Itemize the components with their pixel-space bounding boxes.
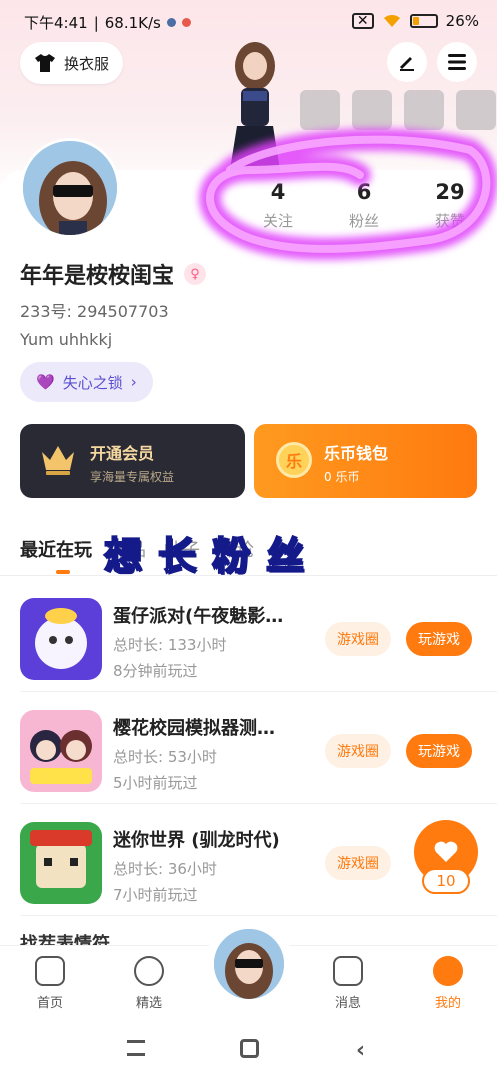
avatar-image [214,929,284,999]
app-notification-icon [181,18,191,27]
menu-button[interactable] [437,42,477,82]
game-icon-eggy-party [20,598,102,680]
profile-uid[interactable]: 233号: 294507703 [20,298,169,322]
tshirt-icon [35,54,55,72]
like-count: 10 [422,868,470,894]
heart-icon [434,841,458,862]
nav-label: 精选 [135,996,162,1011]
game-last-played: 7小时前玩过 [113,886,198,904]
edit-button[interactable] [387,42,427,82]
battery-percent: 26% [445,12,479,30]
game-circle-button[interactable]: 游戏圈 [325,622,391,656]
featured-icon [134,956,164,986]
me-icon [433,956,463,986]
network-speed: 68.1K/s [104,13,161,32]
row-divider [20,915,497,916]
crown-icon [42,446,74,475]
change-outfit-button[interactable]: 换衣服 [20,42,124,84]
play-game-button[interactable]: 玩游戏 [406,622,472,656]
nav-featured[interactable]: 精选 [119,956,179,1011]
game-title: 蛋仔派对(午夜魅影… [113,606,284,627]
home-icon[interactable] [240,1039,259,1058]
nav-center-avatar[interactable] [211,926,287,1002]
game-title: 樱花校园模拟器测… [113,718,275,739]
back-icon[interactable]: ‹ [356,1038,365,1063]
coin-icon: 乐 [276,442,312,478]
system-nav-bar: ‹ [0,1020,497,1080]
nav-label: 消息 [334,996,361,1011]
profile-name: 年年是桉桉闺宝 [20,264,175,289]
wallet-title: 乐币钱包 [324,444,389,463]
heart-icon: 💜 [36,373,55,391]
game-circle-button[interactable]: 游戏圈 [325,846,391,880]
game-duration: 总时长: 53小时 [113,748,217,766]
wifi-icon [383,14,400,27]
battery-icon [409,14,438,28]
profile-bio: Yum uhhkkj [20,330,113,349]
profile-tag-label: 失心之锁 [62,373,123,392]
play-game-button[interactable]: 玩游戏 [406,734,472,768]
game-duration: 总时长: 36小时 [113,860,217,878]
vip-title: 开通会员 [90,444,155,463]
game-circle-button[interactable]: 游戏圈 [325,734,391,768]
game-last-played: 8分钟前玩过 [113,662,198,680]
status-time: 下午4:41 [24,14,88,32]
nav-messages[interactable]: 消息 [318,956,378,1011]
tab-recent[interactable]: 最近在玩 [20,536,92,574]
profile-name-row: 年年是桉桉闺宝 ♀ [20,258,207,290]
overlay-caption: 想长粉丝 [103,533,321,579]
female-gender-icon: ♀ [184,263,207,285]
game-last-played: 5小时前玩过 [113,774,198,792]
vip-card[interactable]: 开通会员 享海量专属权益 [20,424,245,498]
recents-icon[interactable] [127,1040,145,1056]
nav-label: 我的 [434,996,461,1011]
menu-icon [448,54,466,70]
game-icon-sakura-school [20,710,102,792]
nav-label: 首页 [36,996,63,1011]
game-icon-mini-world [20,822,102,904]
game-title: 迷你世界 (驯龙时代) [113,830,280,851]
wallet-card[interactable]: 乐 乐币钱包 0 乐币 [254,424,477,498]
pen-icon [400,57,414,71]
sim-icon: ✕ [351,13,374,29]
vip-subtitle: 享海量专属权益 [90,470,175,484]
highlight-scribble [199,128,497,260]
message-icon [333,956,363,986]
change-outfit-label: 换衣服 [64,54,110,73]
game-duration: 总时长: 133小时 [113,636,227,654]
wallet-balance: 0 乐币 [324,470,360,484]
nav-me[interactable]: 我的 [418,956,478,1011]
app-notification-icon [166,18,176,27]
game-row[interactable]: 蛋仔派对(午夜魅影… 总时长: 133小时 8分钟前玩过 游戏圈 玩游戏 [0,580,497,692]
chevron-right-icon: › [130,373,137,391]
profile-avatar[interactable] [20,138,120,238]
floating-like-button[interactable]: 10 [412,820,480,896]
gamepad-icon [35,956,65,986]
game-row[interactable]: 樱花校园模拟器测… 总时长: 53小时 5小时前玩过 游戏圈 玩游戏 [0,692,497,804]
profile-tag-button[interactable]: 💜 失心之锁 › [20,362,153,402]
nav-home[interactable]: 首页 [20,956,80,1011]
